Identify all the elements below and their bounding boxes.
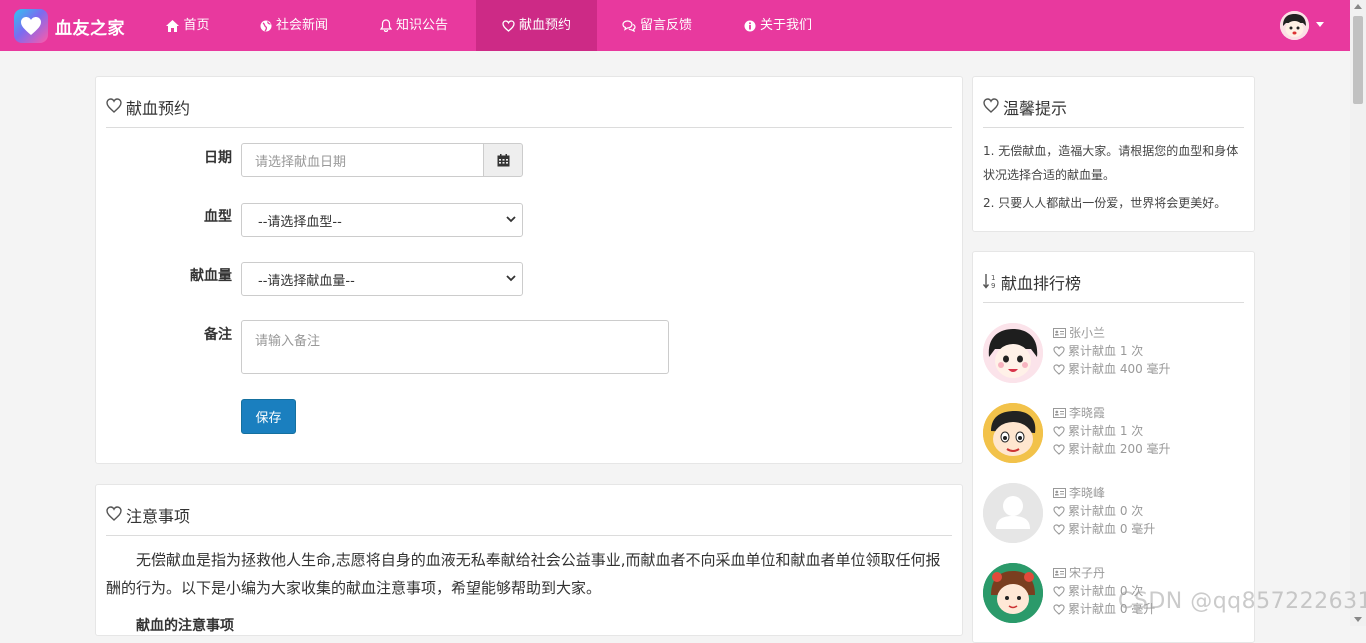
svg-text:9: 9: [991, 282, 995, 289]
id-card-icon: [1053, 328, 1066, 338]
ranking-times: 累计献血 1 次: [1068, 424, 1144, 438]
nav-label: 知识公告: [395, 18, 448, 33]
ranking-entry: 张小兰 累计献血 1 次 累计献血 400 毫升: [1053, 324, 1171, 378]
notice-paragraph: 无偿献血是指为拯救他人生命,志愿将自身的血液无私奉献给社会公益事业,而献血者不向…: [106, 551, 941, 597]
heart-outline-icon: [1053, 425, 1065, 437]
ranking-volume: 累计献血 200 毫升: [1068, 442, 1171, 456]
blood-type-select[interactable]: --请选择血型--: [241, 203, 523, 237]
heart-outline-icon: [502, 19, 515, 32]
nav-knowledge[interactable]: 知识公告: [366, 0, 462, 51]
heart-outline-icon: [1053, 585, 1065, 597]
nav-label: 留言反馈: [639, 18, 692, 33]
svg-text:1: 1: [991, 274, 995, 282]
tips-panel-title: 温馨提示: [983, 95, 1244, 128]
top-navbar: 血友之家 首页 社会新闻 知识公告 献血预约 留言反馈 关于我们: [0, 0, 1350, 51]
chevron-down-icon: [506, 275, 516, 282]
note-label: 备注: [204, 327, 232, 343]
sort-numeric-icon: 19: [983, 274, 995, 289]
scroll-thumb[interactable]: [1353, 16, 1363, 104]
heart-logo-icon: [14, 9, 48, 43]
ranking-entry: 李晓峰 累计献血 0 次 累计献血 0 毫升: [1053, 484, 1155, 538]
watermark: CSDN @qq857222631: [1118, 589, 1366, 614]
globe-icon: [260, 20, 272, 31]
comments-icon: [622, 19, 636, 32]
calendar-button[interactable]: [483, 143, 523, 177]
heart-outline-icon: [106, 506, 122, 521]
nav-news[interactable]: 社会新闻: [246, 0, 342, 51]
nav-label: 首页: [183, 18, 210, 33]
date-label: 日期: [204, 150, 232, 166]
note-textarea[interactable]: 请输入备注: [241, 320, 669, 374]
amount-select[interactable]: --请选择献血量--: [241, 262, 523, 296]
home-icon: [166, 19, 180, 32]
id-card-icon: [1053, 568, 1066, 578]
info-icon: [744, 20, 756, 31]
scroll-up-arrow-icon[interactable]: [1354, 4, 1362, 9]
heart-outline-icon: [1053, 603, 1065, 615]
page-scrollbar[interactable]: [1350, 0, 1366, 626]
ranking-name: 李晓峰: [1069, 486, 1106, 500]
ranking-avatar[interactable]: [983, 563, 1043, 623]
tip-item: 1. 无偿献血，造福大家。请根据您的血型和身体状况选择合适的献血量。: [983, 144, 1239, 182]
heart-outline-icon: [1053, 363, 1065, 375]
ranking-avatar[interactable]: [983, 483, 1043, 543]
booking-panel: 献血预约 日期 请选择献血日期 血型 --请选择血型-- 献血量 --请选择献血…: [95, 76, 963, 464]
id-card-icon: [1053, 488, 1066, 498]
ranking-avatar[interactable]: [983, 323, 1043, 383]
amount-label: 献血量: [190, 268, 232, 284]
tips-panel: 温馨提示 1. 无偿献血，造福大家。请根据您的血型和身体状况选择合适的献血量。 …: [972, 76, 1255, 232]
date-input[interactable]: 请选择献血日期: [241, 143, 484, 177]
ranking-panel: 19 献血排行榜 张小兰 累计献血 1 次 累计献血 400 毫升 李晓霞 累计…: [972, 251, 1255, 643]
booking-panel-title: 献血预约: [106, 95, 952, 128]
heart-outline-icon: [1053, 345, 1065, 357]
heart-outline-icon: [1053, 523, 1065, 535]
nav-about[interactable]: 关于我们: [730, 0, 826, 51]
heart-outline-icon: [106, 98, 122, 113]
notice-subheading: 献血的注意事项: [136, 618, 234, 634]
heart-outline-icon: [1053, 443, 1065, 455]
notice-panel: 注意事项 无偿献血是指为拯救他人生命,志愿将自身的血液无私奉献给社会公益事业,而…: [95, 484, 963, 636]
ranking-volume: 累计献血 0 毫升: [1068, 522, 1156, 536]
heart-outline-icon: [1053, 505, 1065, 517]
brand-name: 血友之家: [55, 18, 125, 39]
bell-icon: [379, 19, 392, 32]
tip-item: 2. 只要人人都献出一份爱，世界将会更美好。: [983, 196, 1227, 210]
ranking-times: 累计献血 1 次: [1068, 344, 1144, 358]
nav-feedback[interactable]: 留言反馈: [608, 0, 706, 51]
user-menu-caret-icon[interactable]: [1316, 22, 1324, 27]
ranking-times: 累计献血 0 次: [1068, 504, 1144, 518]
id-card-icon: [1053, 408, 1066, 418]
ranking-avatar[interactable]: [983, 403, 1043, 463]
user-avatar[interactable]: [1280, 11, 1309, 40]
blood-type-label: 血型: [204, 209, 232, 225]
nav-label: 献血预约: [518, 18, 571, 33]
ranking-panel-title: 19 献血排行榜: [983, 270, 1244, 303]
chevron-down-icon: [506, 216, 516, 223]
notice-panel-title: 注意事项: [106, 503, 952, 536]
ranking-name: 李晓霞: [1069, 406, 1106, 420]
save-button[interactable]: 保存: [241, 399, 296, 434]
nav-home[interactable]: 首页: [153, 0, 223, 51]
brand[interactable]: 血友之家: [14, 9, 125, 43]
calendar-icon: [497, 153, 509, 166]
nav-label: 关于我们: [759, 18, 812, 33]
ranking-name: 张小兰: [1069, 326, 1106, 340]
ranking-entry: 李晓霞 累计献血 1 次 累计献血 200 毫升: [1053, 404, 1171, 458]
ranking-name: 宋子丹: [1069, 566, 1106, 580]
nav-donation-booking[interactable]: 献血预约: [476, 0, 597, 51]
ranking-volume: 累计献血 400 毫升: [1068, 362, 1171, 376]
scroll-down-arrow-icon[interactable]: [1354, 617, 1362, 622]
heart-outline-icon: [983, 98, 999, 113]
nav-label: 社会新闻: [275, 18, 328, 33]
